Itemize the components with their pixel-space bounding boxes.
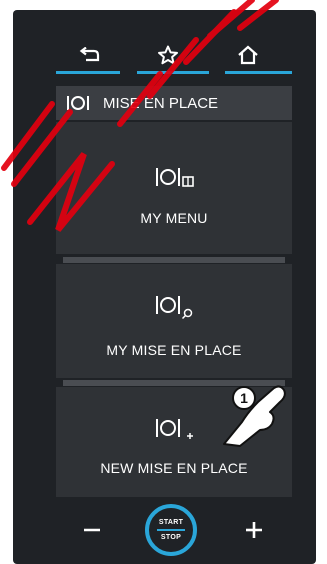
start-label: START xyxy=(158,519,184,526)
start-stop-divider xyxy=(157,529,185,531)
step-number-badge: 1 xyxy=(232,386,256,410)
oven-control-panel: MISE EN PLACE MY MENU MY MISE EN PLACE N… xyxy=(13,10,316,564)
favorites-button[interactable] xyxy=(137,40,199,70)
mise-en-place-header: MISE EN PLACE xyxy=(56,86,292,120)
plate-cutlery-icon xyxy=(65,93,91,113)
plus-button[interactable] xyxy=(239,515,269,545)
stop-label: STOP xyxy=(160,534,182,541)
home-underline xyxy=(225,71,292,74)
home-button[interactable] xyxy=(217,40,279,70)
separator xyxy=(63,257,285,263)
tap-gesture-callout: 1 xyxy=(218,372,298,452)
step-number: 1 xyxy=(240,390,248,406)
start-stop-button[interactable]: START STOP xyxy=(145,504,197,556)
header-title: MISE EN PLACE xyxy=(103,94,219,112)
back-underline xyxy=(56,71,120,74)
minus-icon xyxy=(84,528,100,532)
new-mise-en-place-label: NEW MISE EN PLACE xyxy=(100,460,248,476)
back-arrow-icon xyxy=(79,47,100,62)
favorites-underline xyxy=(137,71,209,74)
my-menu-icon xyxy=(56,164,292,190)
my-menu-tile[interactable]: MY MENU xyxy=(56,122,292,254)
pointing-hand-icon xyxy=(223,385,286,447)
plus-icon xyxy=(246,522,262,538)
home-icon xyxy=(238,45,258,65)
top-navigation-bar xyxy=(13,10,316,80)
minus-button[interactable] xyxy=(77,515,107,545)
my-mise-en-place-icon xyxy=(56,292,292,320)
back-button[interactable] xyxy=(59,40,121,70)
my-mise-en-place-label: MY MISE EN PLACE xyxy=(106,342,242,358)
my-menu-label: MY MENU xyxy=(140,210,208,226)
my-mise-en-place-tile[interactable]: MY MISE EN PLACE xyxy=(56,264,292,378)
star-icon xyxy=(158,45,178,65)
